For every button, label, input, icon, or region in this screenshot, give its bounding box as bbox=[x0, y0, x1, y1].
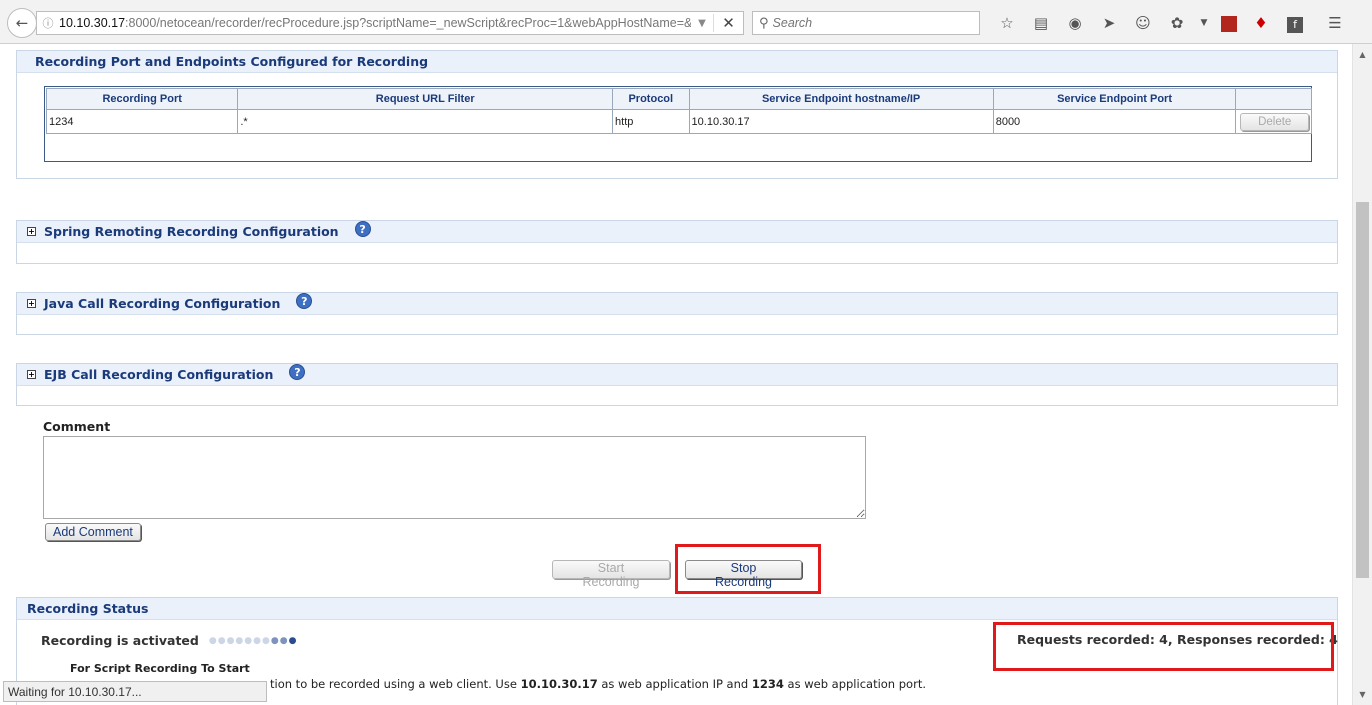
cell-actions: Delete bbox=[1235, 109, 1312, 134]
stop-highlight-box bbox=[675, 544, 821, 594]
recording-ports-title: Recording Port and Endpoints Configured … bbox=[17, 51, 1337, 73]
browser-toolbar: ← ⓘ 10.10.30.17:8000/netocean/recorder/r… bbox=[0, 0, 1372, 44]
panel-title: Recording Port and Endpoints Configured … bbox=[35, 54, 429, 69]
vertical-scrollbar[interactable]: ▲ ▼ bbox=[1352, 44, 1372, 705]
url-host: 10.10.30.17 bbox=[59, 16, 126, 30]
column-header: Request URL Filter bbox=[237, 88, 614, 110]
back-button[interactable]: ← bbox=[7, 8, 37, 38]
info-icon[interactable]: ⓘ bbox=[37, 15, 59, 31]
addon-icon[interactable] bbox=[1214, 14, 1244, 32]
comment-label: Comment bbox=[43, 419, 111, 434]
cell-host: 10.10.30.17 bbox=[688, 109, 994, 134]
url-text[interactable]: 10.10.30.17:8000/netocean/recorder/recPr… bbox=[59, 16, 691, 30]
java-call-header[interactable]: + Java Call Recording Configuration ? bbox=[17, 292, 1337, 315]
instructions-port: 1234 bbox=[751, 677, 784, 691]
url-bar[interactable]: ⓘ 10.10.30.17:8000/netocean/recorder/rec… bbox=[36, 11, 744, 35]
toolbar-icons: ☆ ▤ ◉ ➤ ☺ ✿ ▼ ♦ f ☰ bbox=[990, 11, 1352, 35]
cell-port: 1234 bbox=[45, 109, 239, 134]
cell-endpoint-port: 8000 bbox=[992, 109, 1237, 134]
column-header: Service Endpoint hostname/IP bbox=[688, 88, 994, 110]
chevron-down-icon[interactable]: ▼ bbox=[691, 18, 713, 29]
smiley-icon[interactable]: ☺ bbox=[1126, 14, 1160, 32]
arrow-left-icon: ← bbox=[15, 14, 29, 32]
delete-button[interactable]: Delete bbox=[1240, 112, 1310, 131]
expand-icon[interactable]: + bbox=[27, 370, 36, 379]
pocket-icon[interactable]: ◉ bbox=[1058, 14, 1092, 32]
start-recording-button[interactable]: Start Recording bbox=[552, 560, 670, 589]
instructions-text: tion to be recorded using a web client. … bbox=[270, 677, 521, 691]
comment-textarea[interactable] bbox=[43, 436, 866, 519]
search-input[interactable] bbox=[772, 16, 963, 30]
expand-icon[interactable]: + bbox=[27, 227, 36, 236]
instructions-text: as web application port. bbox=[783, 677, 926, 691]
column-header: Protocol bbox=[612, 88, 690, 110]
scroll-thumb[interactable] bbox=[1356, 202, 1369, 578]
column-header: Recording Port bbox=[45, 88, 239, 110]
section-title: Recording Status bbox=[27, 601, 149, 616]
table-header-row: Recording Port Request URL Filter Protoc… bbox=[45, 88, 1312, 110]
flash-icon[interactable]: f bbox=[1278, 14, 1312, 33]
help-icon[interactable]: ? bbox=[296, 292, 313, 309]
column-header: Service Endpoint Port bbox=[992, 88, 1237, 110]
close-icon[interactable]: ✕ bbox=[713, 14, 743, 32]
ejb-call-panel: + EJB Call Recording Configuration ? bbox=[16, 363, 1338, 406]
recording-status-header: Recording Status bbox=[17, 598, 1337, 620]
section-title: EJB Call Recording Configuration bbox=[44, 367, 274, 382]
section-title: Spring Remoting Recording Configuration bbox=[44, 224, 339, 239]
url-path: :8000/netocean/recorder/recProcedure.jsp… bbox=[125, 16, 691, 30]
cell-filter: .* bbox=[237, 109, 614, 134]
search-icon: ⚲ bbox=[759, 15, 769, 31]
spring-remoting-header[interactable]: + Spring Remoting Recording Configuratio… bbox=[17, 220, 1337, 243]
pdf-icon[interactable]: ♦ bbox=[1244, 14, 1278, 32]
table-row: 1234 .* http 10.10.30.17 8000 Delete bbox=[45, 109, 1312, 134]
script-instructions: tion to be recorded using a web client. … bbox=[270, 677, 926, 691]
loading-dots-icon: ●●●●●●●●●● bbox=[208, 635, 298, 646]
add-comment-button[interactable]: Add Comment bbox=[45, 523, 141, 541]
expand-icon[interactable]: + bbox=[27, 299, 36, 308]
menu-icon[interactable]: ☰ bbox=[1318, 14, 1352, 32]
ejb-call-header[interactable]: + EJB Call Recording Configuration ? bbox=[17, 363, 1337, 386]
star-icon[interactable]: ☆ bbox=[990, 14, 1024, 32]
extension-icon[interactable]: ✿ bbox=[1160, 14, 1194, 32]
help-icon[interactable]: ? bbox=[289, 363, 306, 380]
dropdown-icon[interactable]: ▼ bbox=[1194, 18, 1214, 28]
page-content: Recording Port and Endpoints Configured … bbox=[0, 44, 1352, 705]
script-heading: For Script Recording To Start bbox=[70, 662, 250, 675]
send-icon[interactable]: ➤ bbox=[1092, 14, 1126, 32]
spring-remoting-panel: + Spring Remoting Recording Configuratio… bbox=[16, 220, 1338, 264]
instructions-ip: 10.10.30.17 bbox=[520, 677, 598, 691]
reading-list-icon[interactable]: ▤ bbox=[1024, 14, 1058, 32]
help-icon[interactable]: ? bbox=[354, 220, 371, 237]
ports-table: Recording Port Request URL Filter Protoc… bbox=[45, 88, 1312, 134]
activated-label: Recording is activated bbox=[41, 633, 199, 648]
instructions-text: as web application IP and bbox=[597, 677, 752, 691]
scroll-down-icon[interactable]: ▼ bbox=[1353, 686, 1372, 703]
cell-protocol: http bbox=[612, 109, 690, 134]
recording-activated-text: Recording is activated ●●●●●●●●●● bbox=[41, 633, 297, 648]
section-title: Java Call Recording Configuration bbox=[44, 296, 281, 311]
counts-highlight-box bbox=[993, 622, 1334, 671]
java-call-panel: + Java Call Recording Configuration ? bbox=[16, 292, 1338, 335]
search-bar[interactable]: ⚲ bbox=[752, 11, 980, 35]
column-header bbox=[1235, 88, 1312, 110]
scroll-up-icon[interactable]: ▲ bbox=[1353, 46, 1372, 63]
browser-status-bar: Waiting for 10.10.30.17... bbox=[3, 681, 267, 702]
